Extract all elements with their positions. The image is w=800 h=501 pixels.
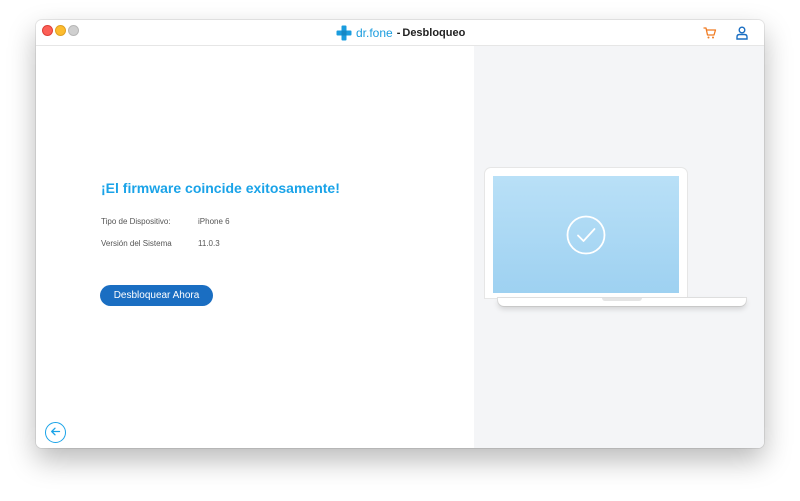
unlock-now-button[interactable]: Desbloquear Ahora: [100, 285, 213, 306]
title-bar: dr.fone - Desbloqueo: [36, 20, 764, 46]
zoom-window-button[interactable]: [68, 25, 79, 36]
laptop-notch: [602, 298, 642, 301]
laptop-base: [498, 298, 746, 306]
back-arrow-icon: [50, 424, 61, 442]
device-type-value: iPhone 6: [198, 217, 230, 226]
check-circle-icon: [566, 215, 606, 255]
success-heading: ¡El firmware coincide exitosamente!: [101, 180, 340, 196]
plus-logo-icon: [336, 25, 352, 41]
laptop-screen: [493, 176, 679, 293]
laptop-illustration: [485, 168, 687, 298]
close-window-button[interactable]: [42, 25, 53, 36]
back-button[interactable]: [45, 422, 66, 443]
cart-icon[interactable]: [703, 26, 717, 40]
system-version-label: Versión del Sistema: [101, 239, 172, 248]
system-version-value: 11.0.3: [198, 239, 220, 248]
title-separator: -: [396, 27, 401, 39]
user-icon[interactable]: [736, 26, 748, 40]
minimize-window-button[interactable]: [55, 25, 66, 36]
window-title: Desbloqueo: [402, 27, 466, 39]
device-type-label: Tipo de Dispositivo:: [101, 217, 171, 226]
app-brand: dr.fone - Desbloqueo: [336, 25, 465, 41]
brand-name: dr.fone: [356, 26, 393, 40]
